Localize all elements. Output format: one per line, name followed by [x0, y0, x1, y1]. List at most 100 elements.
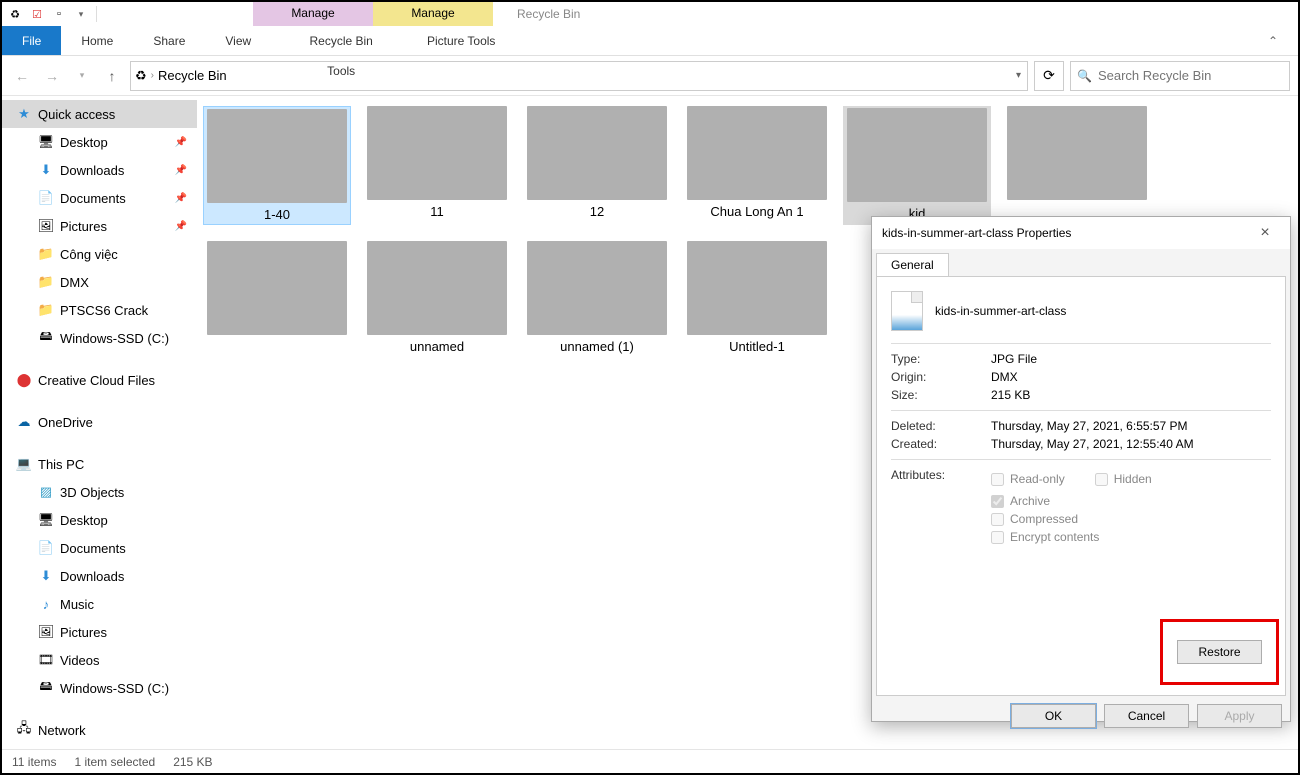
restore-button[interactable]: Restore: [1177, 640, 1262, 664]
quick-access[interactable]: Quick access: [2, 100, 197, 128]
thumbnail-label: 12: [523, 204, 671, 219]
qat-new-folder-icon[interactable]: ▫: [50, 5, 68, 23]
sidebar-folder[interactable]: DMX: [2, 268, 197, 296]
sidebar-3d-objects[interactable]: 3D Objects: [2, 478, 197, 506]
folder-icon: [38, 302, 54, 318]
search-box[interactable]: [1070, 61, 1290, 91]
pc-icon: [16, 456, 32, 472]
sidebar-pictures[interactable]: Pictures📌: [2, 212, 197, 240]
share-tab[interactable]: Share: [133, 26, 205, 55]
thumbnail-image: [367, 106, 507, 200]
qat-dropdown-icon[interactable]: ▾: [72, 5, 90, 23]
file-thumbnail[interactable]: [203, 241, 351, 354]
sidebar-item-label: Network: [38, 723, 86, 738]
documents-icon: [38, 190, 54, 206]
quick-access-label: Quick access: [38, 107, 115, 122]
cloud-icon: [16, 414, 32, 430]
thumbnail-image: [687, 241, 827, 335]
file-thumbnail[interactable]: kid: [843, 106, 991, 225]
restore-highlight: Restore: [1160, 619, 1279, 685]
sidebar-desktop-pc[interactable]: Desktop: [2, 506, 197, 534]
qat-properties-icon[interactable]: ☑: [28, 5, 46, 23]
sidebar-downloads-pc[interactable]: Downloads: [2, 562, 197, 590]
file-thumbnail[interactable]: [1003, 106, 1151, 225]
forward-button[interactable]: →: [40, 64, 64, 88]
chevron-right-icon[interactable]: ›: [151, 70, 154, 81]
dialog-title: kids-in-summer-art-class Properties: [882, 226, 1071, 240]
home-tab[interactable]: Home: [61, 26, 133, 55]
status-bar: 11 items 1 item selected 215 KB: [2, 749, 1298, 773]
videos-icon: [38, 652, 54, 668]
sidebar-item-label: Documents: [60, 541, 126, 556]
encrypt-checkbox[interactable]: Encrypt contents: [991, 530, 1152, 544]
thumbnail-image: [527, 241, 667, 335]
file-thumbnail[interactable]: Untitled-1: [683, 241, 831, 354]
search-input[interactable]: [1098, 68, 1283, 83]
sidebar-onedrive[interactable]: OneDrive: [2, 408, 197, 436]
thumbnail-image: [847, 108, 987, 202]
file-thumbnail[interactable]: unnamed: [363, 241, 511, 354]
sidebar-item-label: Desktop: [60, 135, 108, 150]
contextual-tabs: Manage Manage: [253, 2, 493, 26]
ok-button[interactable]: OK: [1011, 704, 1096, 728]
sidebar-item-label: This PC: [38, 457, 84, 472]
view-tab[interactable]: View: [205, 26, 271, 55]
folder-icon: [38, 274, 54, 290]
sidebar-disk-pc[interactable]: Windows-SSD (C:): [2, 674, 197, 702]
sidebar-documents-pc[interactable]: Documents: [2, 534, 197, 562]
back-button[interactable]: ←: [10, 64, 34, 88]
close-icon[interactable]: ×: [1250, 224, 1280, 242]
file-thumbnail[interactable]: 11: [363, 106, 511, 225]
up-button[interactable]: ↑: [100, 64, 124, 88]
dialog-title-bar: kids-in-summer-art-class Properties ×: [872, 217, 1290, 249]
hidden-checkbox[interactable]: Hidden: [1095, 472, 1152, 486]
sidebar-item-label: OneDrive: [38, 415, 93, 430]
readonly-checkbox[interactable]: Read-only: [991, 472, 1065, 486]
address-location: Recycle Bin: [158, 68, 227, 83]
apply-button[interactable]: Apply: [1197, 704, 1282, 728]
pin-icon: 📌: [175, 221, 187, 232]
thumbnail-image: [1007, 106, 1147, 200]
address-bar[interactable]: › Recycle Bin ▾: [130, 61, 1028, 91]
manage-picture-header: Manage: [373, 2, 493, 26]
downloads-icon: [38, 568, 54, 584]
sidebar-item-label: Videos: [60, 653, 100, 668]
sidebar-downloads[interactable]: Downloads📌: [2, 156, 197, 184]
recent-dropdown-icon[interactable]: ▾: [70, 64, 94, 88]
sidebar-documents[interactable]: Documents📌: [2, 184, 197, 212]
sidebar-disk[interactable]: Windows-SSD (C:): [2, 324, 197, 352]
refresh-button[interactable]: ⟳: [1034, 61, 1064, 91]
sidebar-this-pc[interactable]: This PC: [2, 450, 197, 478]
sidebar-music[interactable]: Music: [2, 590, 197, 618]
sidebar-item-label: Windows-SSD (C:): [60, 331, 169, 346]
network-icon: [16, 722, 32, 738]
sidebar-desktop[interactable]: Desktop📌: [2, 128, 197, 156]
file-thumbnail[interactable]: Chua Long An 1: [683, 106, 831, 225]
thumbnail-image: [527, 106, 667, 200]
address-dropdown-icon[interactable]: ▾: [1016, 70, 1021, 81]
file-tab[interactable]: File: [2, 26, 61, 55]
cancel-button[interactable]: Cancel: [1104, 704, 1189, 728]
downloads-icon: [38, 162, 54, 178]
file-thumbnail[interactable]: 12: [523, 106, 671, 225]
ribbon-expand-icon[interactable]: ⌃: [1248, 26, 1298, 55]
sidebar-videos[interactable]: Videos: [2, 646, 197, 674]
sidebar-item-label: Desktop: [60, 513, 108, 528]
sidebar-folder[interactable]: Công việc: [2, 240, 197, 268]
sidebar-network[interactable]: Network: [2, 716, 197, 744]
ribbon-tabs: File Home Share View Recycle Bin Tools P…: [2, 26, 1298, 56]
file-thumbnail[interactable]: unnamed (1): [523, 241, 671, 354]
sidebar-creative-cloud[interactable]: Creative Cloud Files: [2, 366, 197, 394]
general-tab[interactable]: General: [876, 253, 949, 276]
archive-checkbox[interactable]: Archive: [991, 494, 1152, 508]
window-title: Recycle Bin: [517, 2, 580, 26]
file-thumbnail[interactable]: 1-40: [203, 106, 351, 225]
recyclebin-tools-tab[interactable]: Recycle Bin Tools: [281, 26, 401, 55]
disk-icon: [38, 680, 54, 696]
compressed-checkbox[interactable]: Compressed: [991, 512, 1152, 526]
sidebar-folder[interactable]: PTSCS6 Crack: [2, 296, 197, 324]
thumbnail-label: unnamed: [363, 339, 511, 354]
picture-tools-tab[interactable]: Picture Tools: [401, 26, 521, 55]
sidebar-pictures-pc[interactable]: Pictures: [2, 618, 197, 646]
status-selected: 1 item selected: [74, 755, 155, 769]
